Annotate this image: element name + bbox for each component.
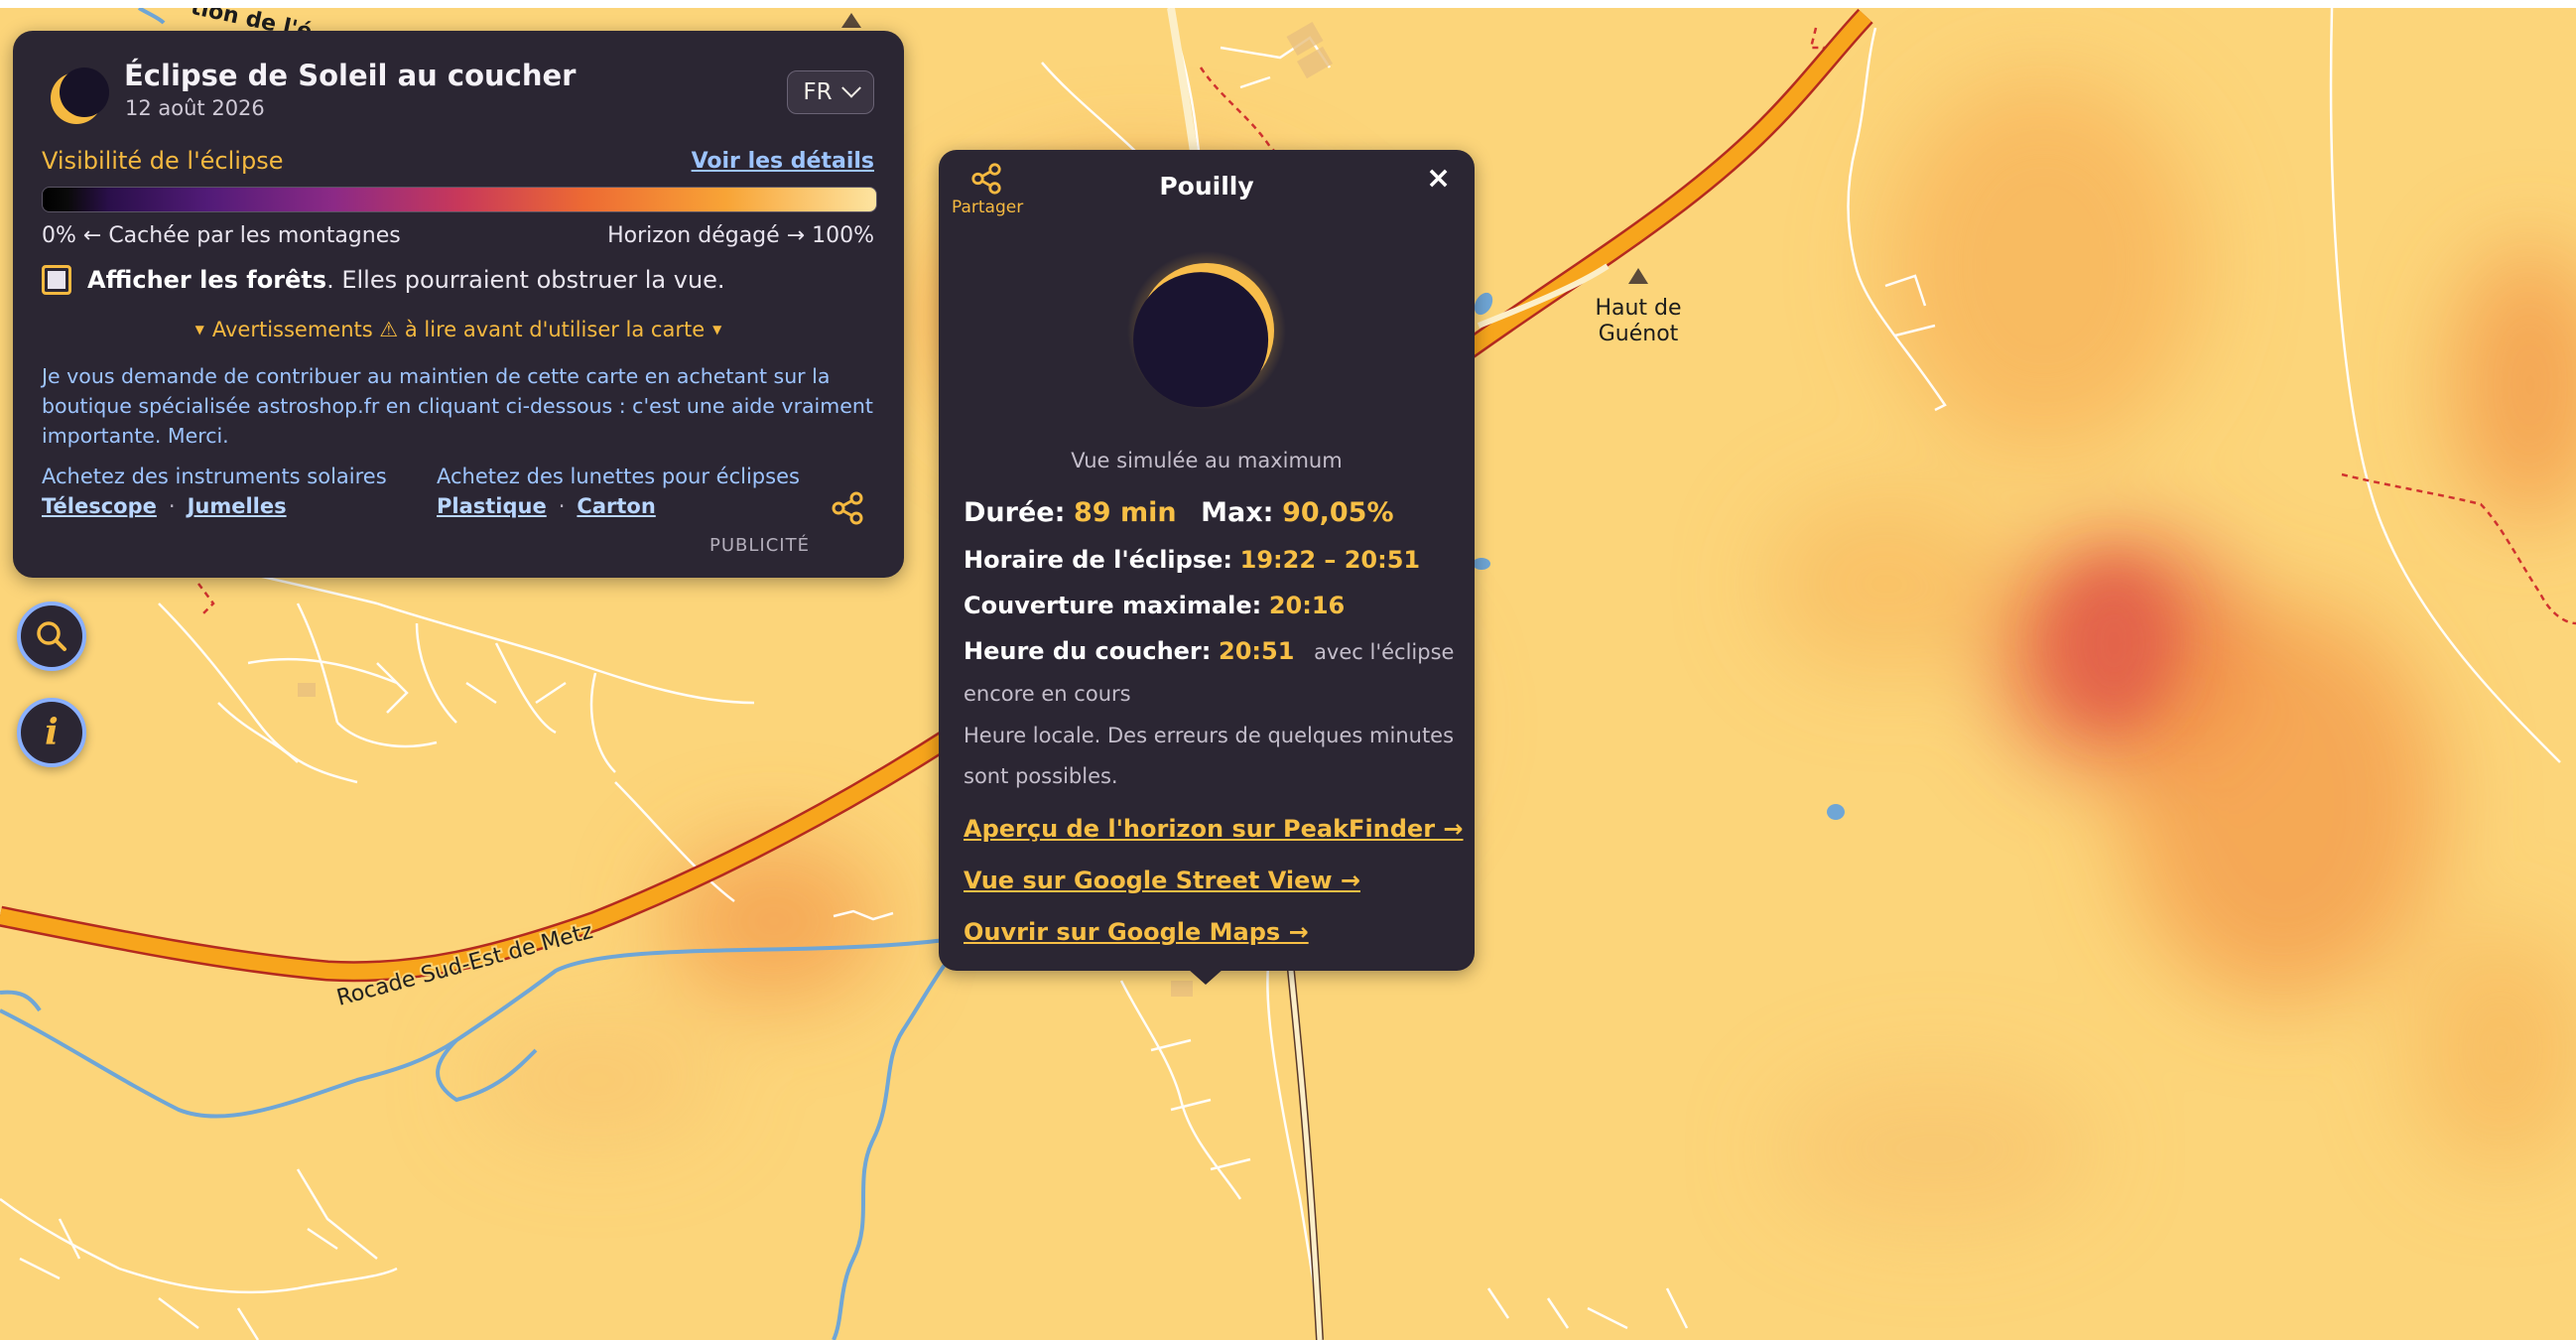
close-button[interactable]: × (1426, 161, 1451, 196)
chevron-down-icon (840, 77, 861, 98)
duration-label: Durée: (964, 497, 1066, 528)
shop-glasses: Achetez des lunettes pour éclipses Plast… (437, 465, 800, 518)
max-label: Max: (1201, 497, 1274, 528)
duration-value: 89 min (1073, 497, 1177, 528)
sunset-value: 20:51 (1219, 637, 1295, 665)
scale-min-label: 0% ← Cachée par les montagnes (42, 223, 401, 248)
eclipse-simulation-view (1127, 251, 1286, 410)
scale-max-label: Horizon dégagé → 100% (607, 223, 874, 248)
peak-label-line1: Haut de (1595, 296, 1681, 321)
warnings-toggle[interactable]: ▼ Avertissements ⚠ à lire avant d'utilise… (13, 318, 904, 341)
separator: · (168, 494, 176, 518)
eclipse-logo-icon (51, 67, 109, 124)
google-maps-link[interactable]: Ouvrir sur Google Maps → (964, 918, 1309, 946)
binoculars-link[interactable]: Jumelles (188, 494, 287, 518)
telescope-link[interactable]: Télescope (42, 494, 157, 518)
app-date: 12 août 2026 (125, 96, 265, 120)
max-value: 90,05% (1282, 497, 1394, 528)
info-icon: i (45, 712, 59, 753)
visibility-gradient-legend (42, 187, 877, 212)
share-label: Partager (952, 198, 1024, 217)
sunset-note-continued: encore en cours (964, 682, 1131, 706)
plastic-glasses-link[interactable]: Plastique (437, 494, 547, 518)
sunset-line: Heure du coucher: 20:51 avec l'éclipse (964, 637, 1454, 665)
visibility-title: Visibilité de l'éclipse (42, 147, 284, 175)
forest-checkbox[interactable] (42, 265, 71, 295)
eclipse-info-panel: Éclipse de Soleil au coucher 12 août 202… (13, 31, 904, 578)
sunset-label: Heure du coucher: (964, 637, 1212, 665)
details-link[interactable]: Voir les détails (692, 149, 874, 174)
popup-pointer (1188, 969, 1224, 985)
simulation-caption: Vue simulée au maximum (1071, 449, 1343, 472)
max-coverage-line: Couverture maximale: 20:16 (964, 592, 1345, 619)
forest-label-strong: Afficher les forêts (87, 266, 327, 294)
schedule-value: 19:22 – 20:51 (1239, 546, 1421, 574)
forest-toggle-row[interactable]: Afficher les forêts. Elles pourraient ob… (42, 265, 725, 295)
schedule-label: Horaire de l'éclipse: (964, 546, 1232, 574)
shop-instruments-title: Achetez des instruments solaires (42, 465, 387, 488)
triangle-down-icon: ▼ (194, 323, 204, 336)
place-title: Pouilly (1159, 172, 1254, 201)
share-icon[interactable] (830, 490, 865, 526)
search-button[interactable] (17, 602, 86, 671)
sunset-note: avec l'éclipse (1314, 640, 1455, 664)
shop-glasses-title: Achetez des lunettes pour éclipses (437, 465, 800, 488)
cardboard-glasses-link[interactable]: Carton (577, 494, 655, 518)
forest-label-rest: . Elles pourraient obstruer la vue. (326, 266, 725, 294)
close-icon: × (1426, 161, 1452, 196)
peakfinder-link[interactable]: Aperçu de l'horizon sur PeakFinder → (964, 815, 1464, 843)
info-button[interactable]: i (17, 698, 86, 767)
local-time-note: Heure locale. Des erreurs de quelques mi… (964, 724, 1455, 747)
support-text: Je vous demande de contribuer au maintie… (42, 364, 873, 448)
max-coverage-label: Couverture maximale: (964, 592, 1262, 619)
triangle-down-icon: ▼ (712, 323, 722, 336)
separator: · (558, 494, 566, 518)
local-time-note-continued: sont possibles. (964, 764, 1118, 788)
max-coverage-value: 20:16 (1268, 592, 1346, 619)
search-icon (37, 621, 66, 651)
warnings-label: Avertissements ⚠ à lire avant d'utiliser… (211, 318, 706, 341)
app-title: Éclipse de Soleil au coucher (124, 59, 577, 92)
street-view-link[interactable]: Vue sur Google Street View → (964, 867, 1360, 894)
location-popup: Partager Pouilly × Vue simulée au maximu… (939, 150, 1475, 971)
duration-max-line: Durée: 89 min Max: 90,05% (964, 497, 1394, 528)
schedule-line: Horaire de l'éclipse: 19:22 – 20:51 (964, 546, 1420, 574)
ad-label: PUBLICITÉ (709, 535, 810, 556)
language-select[interactable]: FR (787, 70, 874, 114)
peak-label-line2: Guénot (1599, 322, 1679, 346)
pond (1827, 804, 1845, 820)
language-value: FR (803, 79, 833, 105)
shop-instruments: Achetez des instruments solaires Télesco… (42, 465, 387, 518)
